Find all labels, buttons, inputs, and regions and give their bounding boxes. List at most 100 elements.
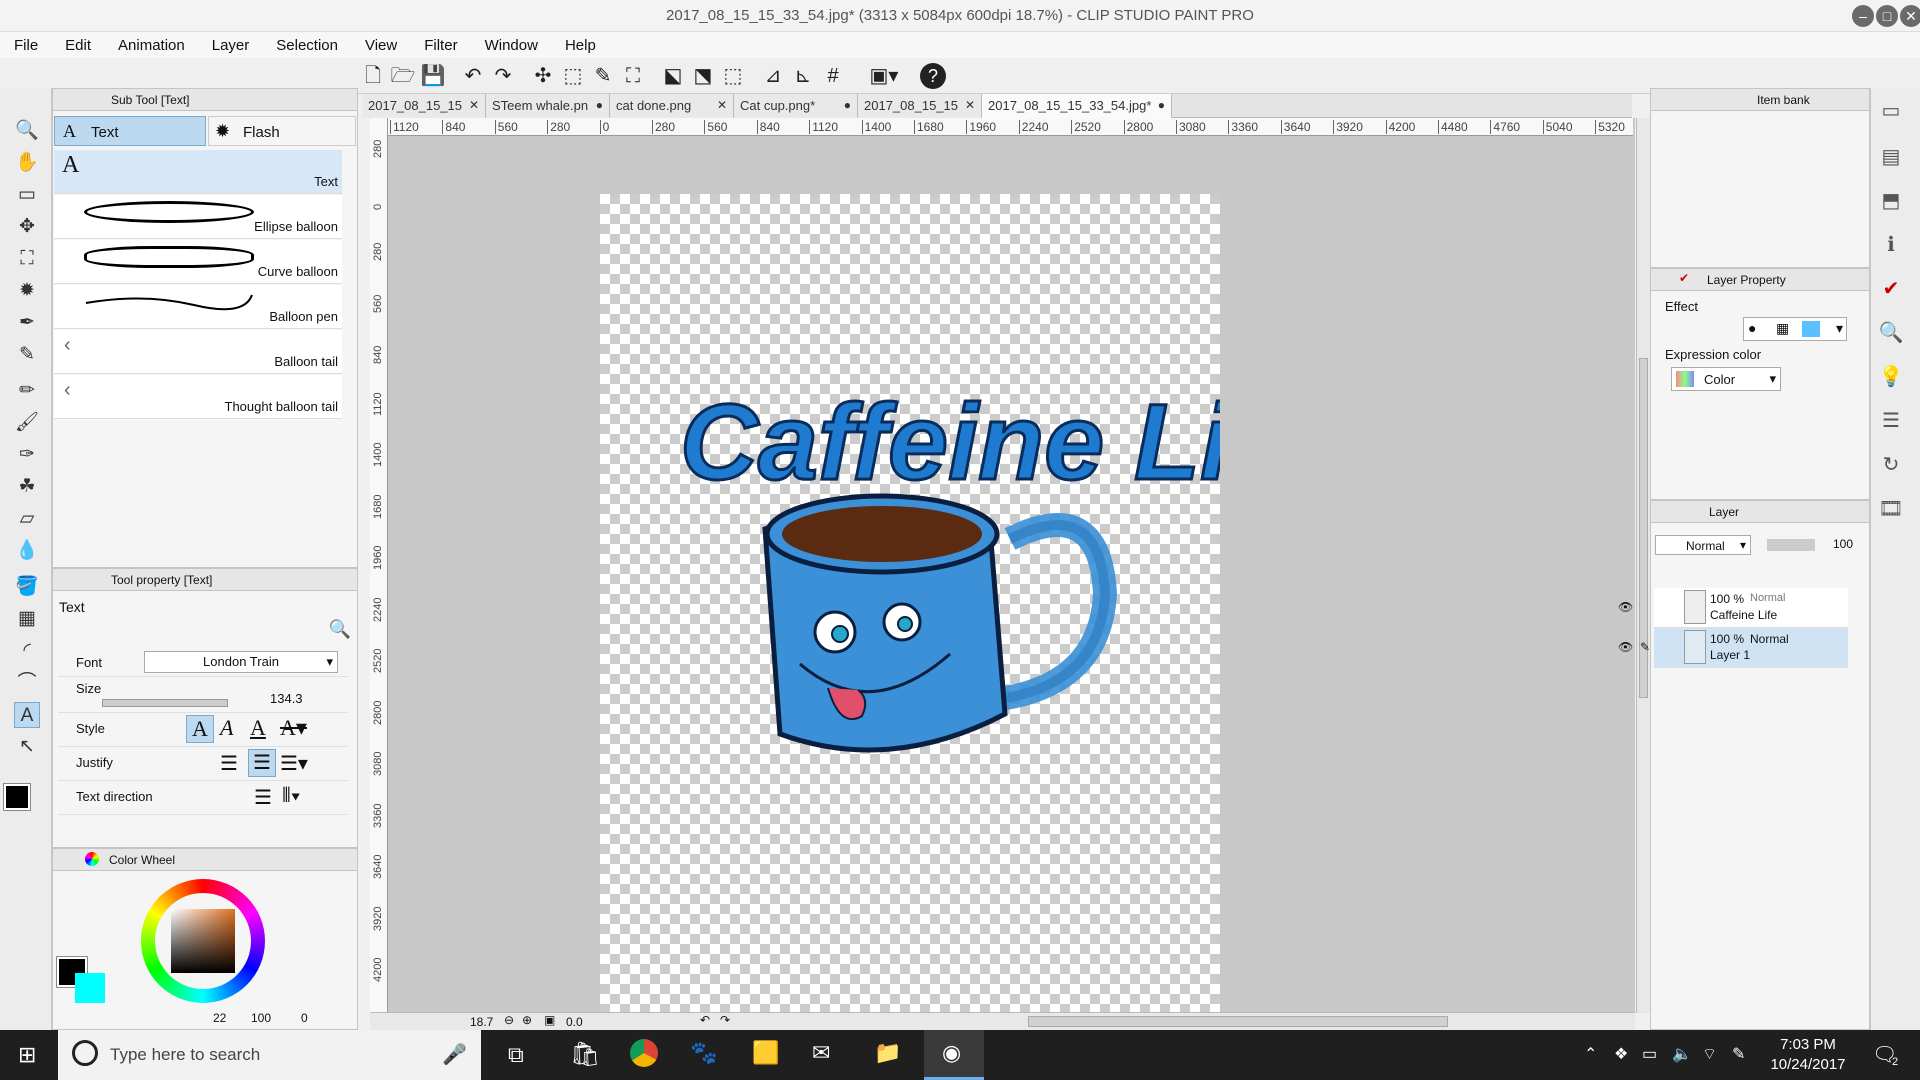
font-select[interactable]: London Train ▾ [144, 651, 338, 673]
zoom-out-icon[interactable]: ⊖ [504, 1013, 514, 1027]
tool-settings-icon[interactable]: 🔍 [329, 619, 351, 640]
operation-icon[interactable]: ▭ [14, 182, 40, 208]
layer-property-side-icon[interactable]: ✔ [1876, 274, 1906, 304]
animation-icon[interactable]: ↻ [1876, 450, 1906, 480]
horizontal-scrollbar[interactable] [1028, 1016, 1448, 1027]
brush-icon[interactable]: 🖌 [14, 410, 40, 436]
clip-studio-launcher-icon[interactable]: 🟨 [752, 1040, 779, 1066]
eye-icon[interactable]: 👁 [1618, 600, 1633, 614]
layers-icon[interactable]: ☰ [1876, 406, 1906, 436]
airbrush-icon[interactable]: ✑ [14, 442, 40, 468]
eyedropper-icon[interactable]: ✒ [14, 310, 40, 336]
eraser-icon[interactable]: ▱ [14, 506, 40, 532]
tab-doc-5[interactable]: 2017_08_15_15 ✕ [858, 94, 982, 118]
menu-animation[interactable]: Animation [104, 37, 198, 54]
vertical-scrollbar[interactable] [1636, 118, 1650, 1013]
subtool-item-ellipse-balloon[interactable]: Ellipse balloon [54, 195, 342, 239]
export-icon[interactable]: ▣▾ [862, 63, 906, 89]
tab-doc-4[interactable]: Cat cup.png* ● [734, 94, 858, 118]
volume-icon[interactable]: 🔈 [1672, 1044, 1692, 1064]
help-icon[interactable]: ? [920, 63, 946, 89]
zoom-value[interactable]: 18.7 [470, 1015, 493, 1029]
sub-view-icon[interactable]: ▤ [1876, 142, 1906, 172]
selection-icon[interactable]: ⛶ [14, 246, 40, 272]
correct-line-icon[interactable]: ↖ [14, 734, 40, 760]
tab-doc-3[interactable]: cat done.png ✕ [610, 94, 734, 118]
fill-tool-icon[interactable]: 🪣 [14, 574, 40, 600]
decoration-icon[interactable]: ☘ [14, 474, 40, 500]
gradient-icon[interactable]: ▦ [14, 606, 40, 632]
snap-ruler-icon[interactable]: ⊿ [760, 63, 786, 89]
sub-color-chip[interactable] [75, 973, 105, 1003]
blend-mode-select[interactable]: Normal ▾ [1655, 535, 1751, 555]
align-center-icon[interactable]: ☰ [248, 749, 276, 777]
canvas-paper[interactable]: Caffeine Life [600, 194, 1328, 1013]
style-underline-button[interactable]: A [250, 715, 266, 741]
layer-search-icon[interactable]: 🔍 [1876, 318, 1906, 348]
undo-icon[interactable]: ↶ [460, 63, 486, 89]
pen-tray-icon[interactable]: ✎ [1732, 1044, 1745, 1064]
menu-edit[interactable]: Edit [51, 37, 104, 54]
snap-grid-icon[interactable]: # [820, 63, 846, 89]
style-italic-button[interactable]: A [220, 715, 233, 741]
windows-start-icon[interactable]: ⊞ [18, 1042, 36, 1068]
new-file-icon[interactable]: 🗋 [360, 63, 386, 89]
align-left-icon[interactable]: ☰ [220, 751, 238, 776]
clock-date[interactable]: 10/24/2017 [1766, 1056, 1850, 1073]
show-area-icon[interactable]: ⬚ [720, 63, 746, 89]
menu-selection[interactable]: Selection [262, 37, 351, 54]
zoom-in-icon[interactable]: ⊕ [522, 1013, 532, 1027]
angle-value[interactable]: 0.0 [566, 1015, 583, 1029]
style-strike-button[interactable]: A▾ [280, 715, 307, 741]
tray-chevron-icon[interactable]: ⌃ [1584, 1044, 1597, 1064]
size-slider[interactable] [102, 699, 228, 707]
fit-screen-icon[interactable]: ▣ [544, 1013, 555, 1027]
tab-doc-6[interactable]: 2017_08_15_15_33_54.jpg* ● [982, 94, 1172, 118]
main-color-swatch[interactable] [3, 783, 31, 811]
subtool-item-text[interactable]: A Text [54, 150, 342, 194]
size-value[interactable]: 134.3 [270, 691, 303, 706]
menu-layer[interactable]: Layer [198, 37, 263, 54]
pencil-icon[interactable]: ✏ [14, 378, 40, 404]
chrome-icon[interactable] [630, 1039, 658, 1067]
tab-text[interactable]: A Text [54, 116, 206, 146]
battery-icon[interactable]: ▭ [1642, 1044, 1657, 1064]
info-icon[interactable]: ℹ [1876, 230, 1906, 260]
subtool-item-thought-balloon-tail[interactable]: ‹ Thought balloon tail [54, 375, 342, 419]
navigator-icon[interactable]: ▭ [1876, 96, 1906, 126]
horizontal-text-icon[interactable]: ☰ [254, 785, 272, 810]
align-right-icon[interactable]: ☰▾ [280, 751, 308, 776]
taskbar-search[interactable]: Type here to search 🎤 [58, 1030, 481, 1080]
blend-icon[interactable]: 💧 [14, 538, 40, 564]
effect-buttons[interactable]: ● ▦ ▾ [1743, 317, 1847, 341]
hand-icon[interactable]: ✋ [14, 150, 40, 176]
save-icon[interactable]: 💾 [420, 63, 446, 89]
open-file-icon[interactable]: 🗁 [390, 63, 416, 89]
fit-icon[interactable]: ⛶ [620, 63, 646, 89]
figure-icon[interactable]: ◜ [14, 638, 40, 664]
task-view-icon[interactable]: ⧉ [508, 1042, 524, 1068]
fill-icon[interactable]: ⬚ [560, 63, 586, 89]
hue-ring[interactable] [141, 879, 265, 1003]
timeline-icon[interactable]: 🎞 [1876, 494, 1906, 524]
invert-icon[interactable]: ⬔ [690, 63, 716, 89]
menu-file[interactable]: File [0, 37, 51, 54]
subtool-item-balloon-tail[interactable]: ‹ Balloon tail [54, 330, 342, 374]
eye-icon[interactable]: 👁 [1618, 640, 1633, 654]
subtool-item-curve-balloon[interactable]: Curve balloon [54, 240, 342, 284]
mail-icon[interactable]: ✉ [812, 1040, 830, 1066]
item-bank-icon[interactable]: ⬒ [1876, 186, 1906, 216]
snap-special-icon[interactable]: ⊾ [790, 63, 816, 89]
canvas-area[interactable]: Caffeine Life [370, 118, 1635, 1013]
transform-icon[interactable]: ✎ [590, 63, 616, 89]
ruler-icon[interactable]: ⌒ [14, 670, 40, 696]
tab-flash[interactable]: ✹ Flash [208, 116, 356, 146]
vertical-text-icon[interactable]: ⦀▾ [282, 785, 301, 808]
tab-doc-1[interactable]: 2017_08_15_15 ✕ [362, 94, 486, 118]
saturation-box[interactable] [171, 909, 235, 973]
bulb-icon[interactable]: 💡 [1876, 362, 1906, 392]
rotate-right-icon[interactable]: ↷ [720, 1013, 730, 1027]
text-tool-icon[interactable]: A [14, 702, 40, 728]
menu-filter[interactable]: Filter [410, 37, 470, 54]
layer-row-layer-1[interactable]: 👁 ✎ 100 % Normal Layer 1 [1618, 628, 1848, 668]
